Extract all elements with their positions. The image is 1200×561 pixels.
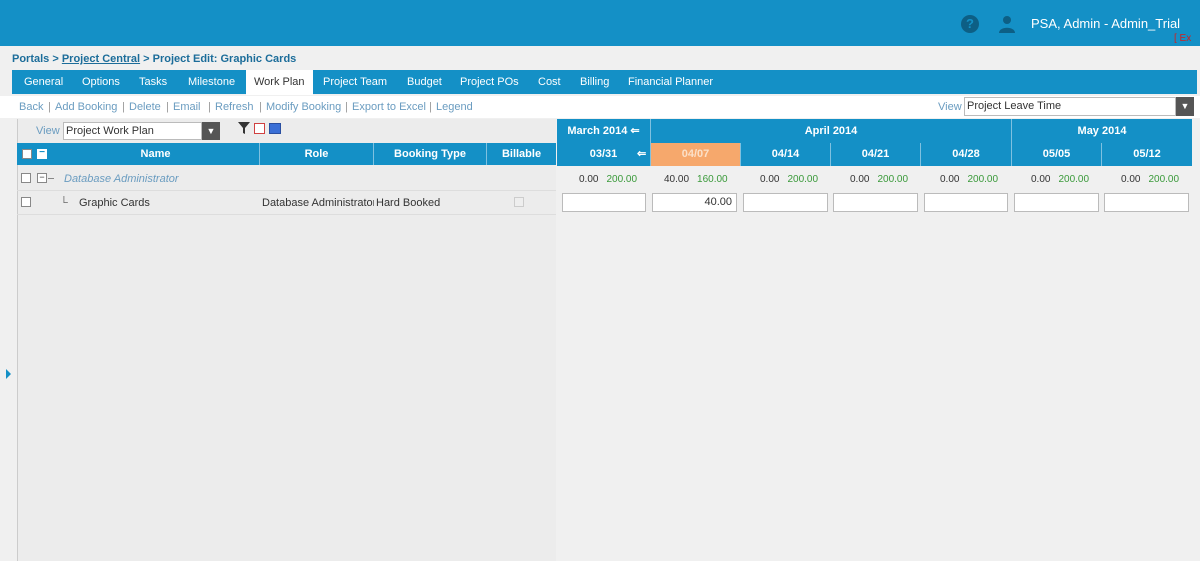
week-0421[interactable]: 04/21 xyxy=(831,143,921,166)
view-right-select[interactable]: Project Leave Time xyxy=(964,97,1176,116)
week-0428[interactable]: 04/28 xyxy=(921,143,1012,166)
hours-input[interactable] xyxy=(924,193,1008,212)
summary-row: 0.00 200.00 40.00 160.00 0.00 200.00 0.00 20… xyxy=(557,167,1192,191)
week-summary: 0.00 200.00 xyxy=(850,174,909,185)
week-arrow-icon[interactable]: ⇐ xyxy=(637,143,646,166)
tab-financial-planner[interactable]: Financial Planner xyxy=(628,70,713,94)
chart-view-icon[interactable] xyxy=(269,123,281,134)
tab-project-pos[interactable]: Project POs xyxy=(460,70,519,94)
action-separator: | xyxy=(208,101,211,113)
filter-icon[interactable] xyxy=(238,122,250,134)
tab-billing[interactable]: Billing xyxy=(580,70,609,94)
help-icon[interactable]: ? xyxy=(961,15,979,33)
tab-options[interactable]: Options xyxy=(82,70,120,94)
row-booking-type: Hard Booked xyxy=(376,197,441,209)
breadcrumb-project-central[interactable]: Project Central xyxy=(62,53,140,65)
action-separator: | xyxy=(345,101,348,113)
week-summary: 40.00 160.00 xyxy=(664,174,728,185)
week-summary: 0.00 200.00 xyxy=(1031,174,1090,185)
chevron-down-icon[interactable]: ▼ xyxy=(202,122,220,140)
row-checkbox[interactable] xyxy=(21,197,31,207)
exit-link[interactable]: [ Ex xyxy=(1174,33,1200,44)
breadcrumb-separator: > xyxy=(49,53,62,65)
user-name[interactable]: PSA, Admin - Admin_Trial xyxy=(1031,16,1180,31)
hours-input[interactable] xyxy=(743,193,828,212)
week-0414[interactable]: 04/14 xyxy=(741,143,831,166)
hours-input[interactable] xyxy=(1014,193,1099,212)
tab-project-team[interactable]: Project Team xyxy=(323,70,387,94)
collapse-all-icon[interactable]: − xyxy=(37,148,47,159)
user-icon[interactable] xyxy=(997,14,1017,34)
previous-arrow-icon[interactable]: ⇐ xyxy=(630,125,639,137)
column-header-role[interactable]: Role xyxy=(260,143,374,165)
tab-general[interactable]: General xyxy=(24,70,63,94)
back-link[interactable]: Back xyxy=(19,101,43,113)
chevron-down-icon[interactable]: ▼ xyxy=(1176,97,1194,116)
week-summary: 0.00 200.00 xyxy=(1121,174,1180,185)
row-checkbox[interactable] xyxy=(21,173,31,183)
add-booking-link[interactable]: Add Booking xyxy=(55,101,117,113)
breadcrumb-portals[interactable]: Portals xyxy=(12,53,49,65)
grid-header: − Name Role Booking Type Billable xyxy=(17,143,556,165)
top-bar: ? PSA, Admin - Admin_Trial [ Ex xyxy=(0,0,1200,46)
table-row[interactable]: └ Graphic Cards Database Administrator H… xyxy=(17,191,556,215)
week-0407[interactable]: 04/07 xyxy=(651,143,741,166)
view-right-label: View xyxy=(938,101,962,113)
month-may: May 2014 xyxy=(1077,125,1127,137)
legend-link[interactable]: Legend xyxy=(436,101,473,113)
action-separator: | xyxy=(48,101,51,113)
month-april: April 2014 xyxy=(651,119,1012,143)
hours-input[interactable] xyxy=(833,193,918,212)
action-separator: | xyxy=(166,101,169,113)
refresh-link[interactable]: Refresh xyxy=(215,101,254,113)
tab-milestone[interactable]: Milestone xyxy=(188,70,235,94)
action-separator: | xyxy=(122,101,125,113)
hours-input[interactable] xyxy=(562,193,646,212)
tab-tasks[interactable]: Tasks xyxy=(139,70,167,94)
week-header: 03/31 ⇐ 04/07 04/14 04/21 04/28 05/05 05… xyxy=(557,143,1192,166)
collapse-icon[interactable]: − xyxy=(37,173,47,183)
view-left-select[interactable]: Project Work Plan xyxy=(63,122,202,140)
row-role: Database Administrator xyxy=(262,197,374,209)
tab-bar: General Options Tasks Milestone Work Pla… xyxy=(12,70,1197,95)
column-header-name[interactable]: Name xyxy=(52,143,260,165)
table-row[interactable]: − Database Administrator xyxy=(17,167,556,191)
month-march: March 2014 ⇐ xyxy=(557,119,651,143)
select-all-checkbox[interactable] xyxy=(22,149,32,159)
row-name: Graphic Cards xyxy=(79,197,150,209)
column-header-booking-type[interactable]: Booking Type xyxy=(374,143,487,165)
hours-input[interactable] xyxy=(1104,193,1189,212)
tab-budget[interactable]: Budget xyxy=(407,70,442,94)
breadcrumb-current: Project Edit: Graphic Cards xyxy=(152,53,297,65)
action-separator: | xyxy=(259,101,262,113)
week-summary: 0.00 200.00 xyxy=(760,174,819,185)
breadcrumb: Portals > Project Central > Project Edit… xyxy=(12,53,296,65)
week-summary: 0.00 200.00 xyxy=(579,174,638,185)
delete-link[interactable]: Delete xyxy=(129,101,161,113)
breadcrumb-separator: > xyxy=(140,53,153,65)
week-summary: 0.00 200.00 xyxy=(940,174,999,185)
week-0512[interactable]: 05/12 xyxy=(1102,143,1192,166)
week-0505[interactable]: 05/05 xyxy=(1012,143,1102,166)
tab-work-plan[interactable]: Work Plan xyxy=(246,70,313,95)
billable-checkbox[interactable] xyxy=(514,197,524,207)
export-to-excel-link[interactable]: Export to Excel xyxy=(352,101,426,113)
column-header-billable[interactable]: Billable xyxy=(487,143,556,165)
expand-panel-arrow-icon[interactable] xyxy=(6,369,11,379)
row-name[interactable]: Database Administrator xyxy=(64,173,179,185)
email-link[interactable]: Email xyxy=(173,101,201,113)
hours-input[interactable]: 40.00 xyxy=(652,193,737,212)
action-separator: | xyxy=(429,101,432,113)
tree-connector xyxy=(48,178,54,179)
modify-booking-link[interactable]: Modify Booking xyxy=(266,101,341,113)
grid-view-icon[interactable] xyxy=(254,123,265,134)
tab-cost[interactable]: Cost xyxy=(538,70,561,94)
view-left-label: View xyxy=(36,125,60,137)
tree-branch-icon: └ xyxy=(60,197,68,209)
booking-input-row: 40.00 xyxy=(557,192,1192,216)
month-header: March 2014 ⇐ April 2014 May 2014 xyxy=(557,119,1192,143)
